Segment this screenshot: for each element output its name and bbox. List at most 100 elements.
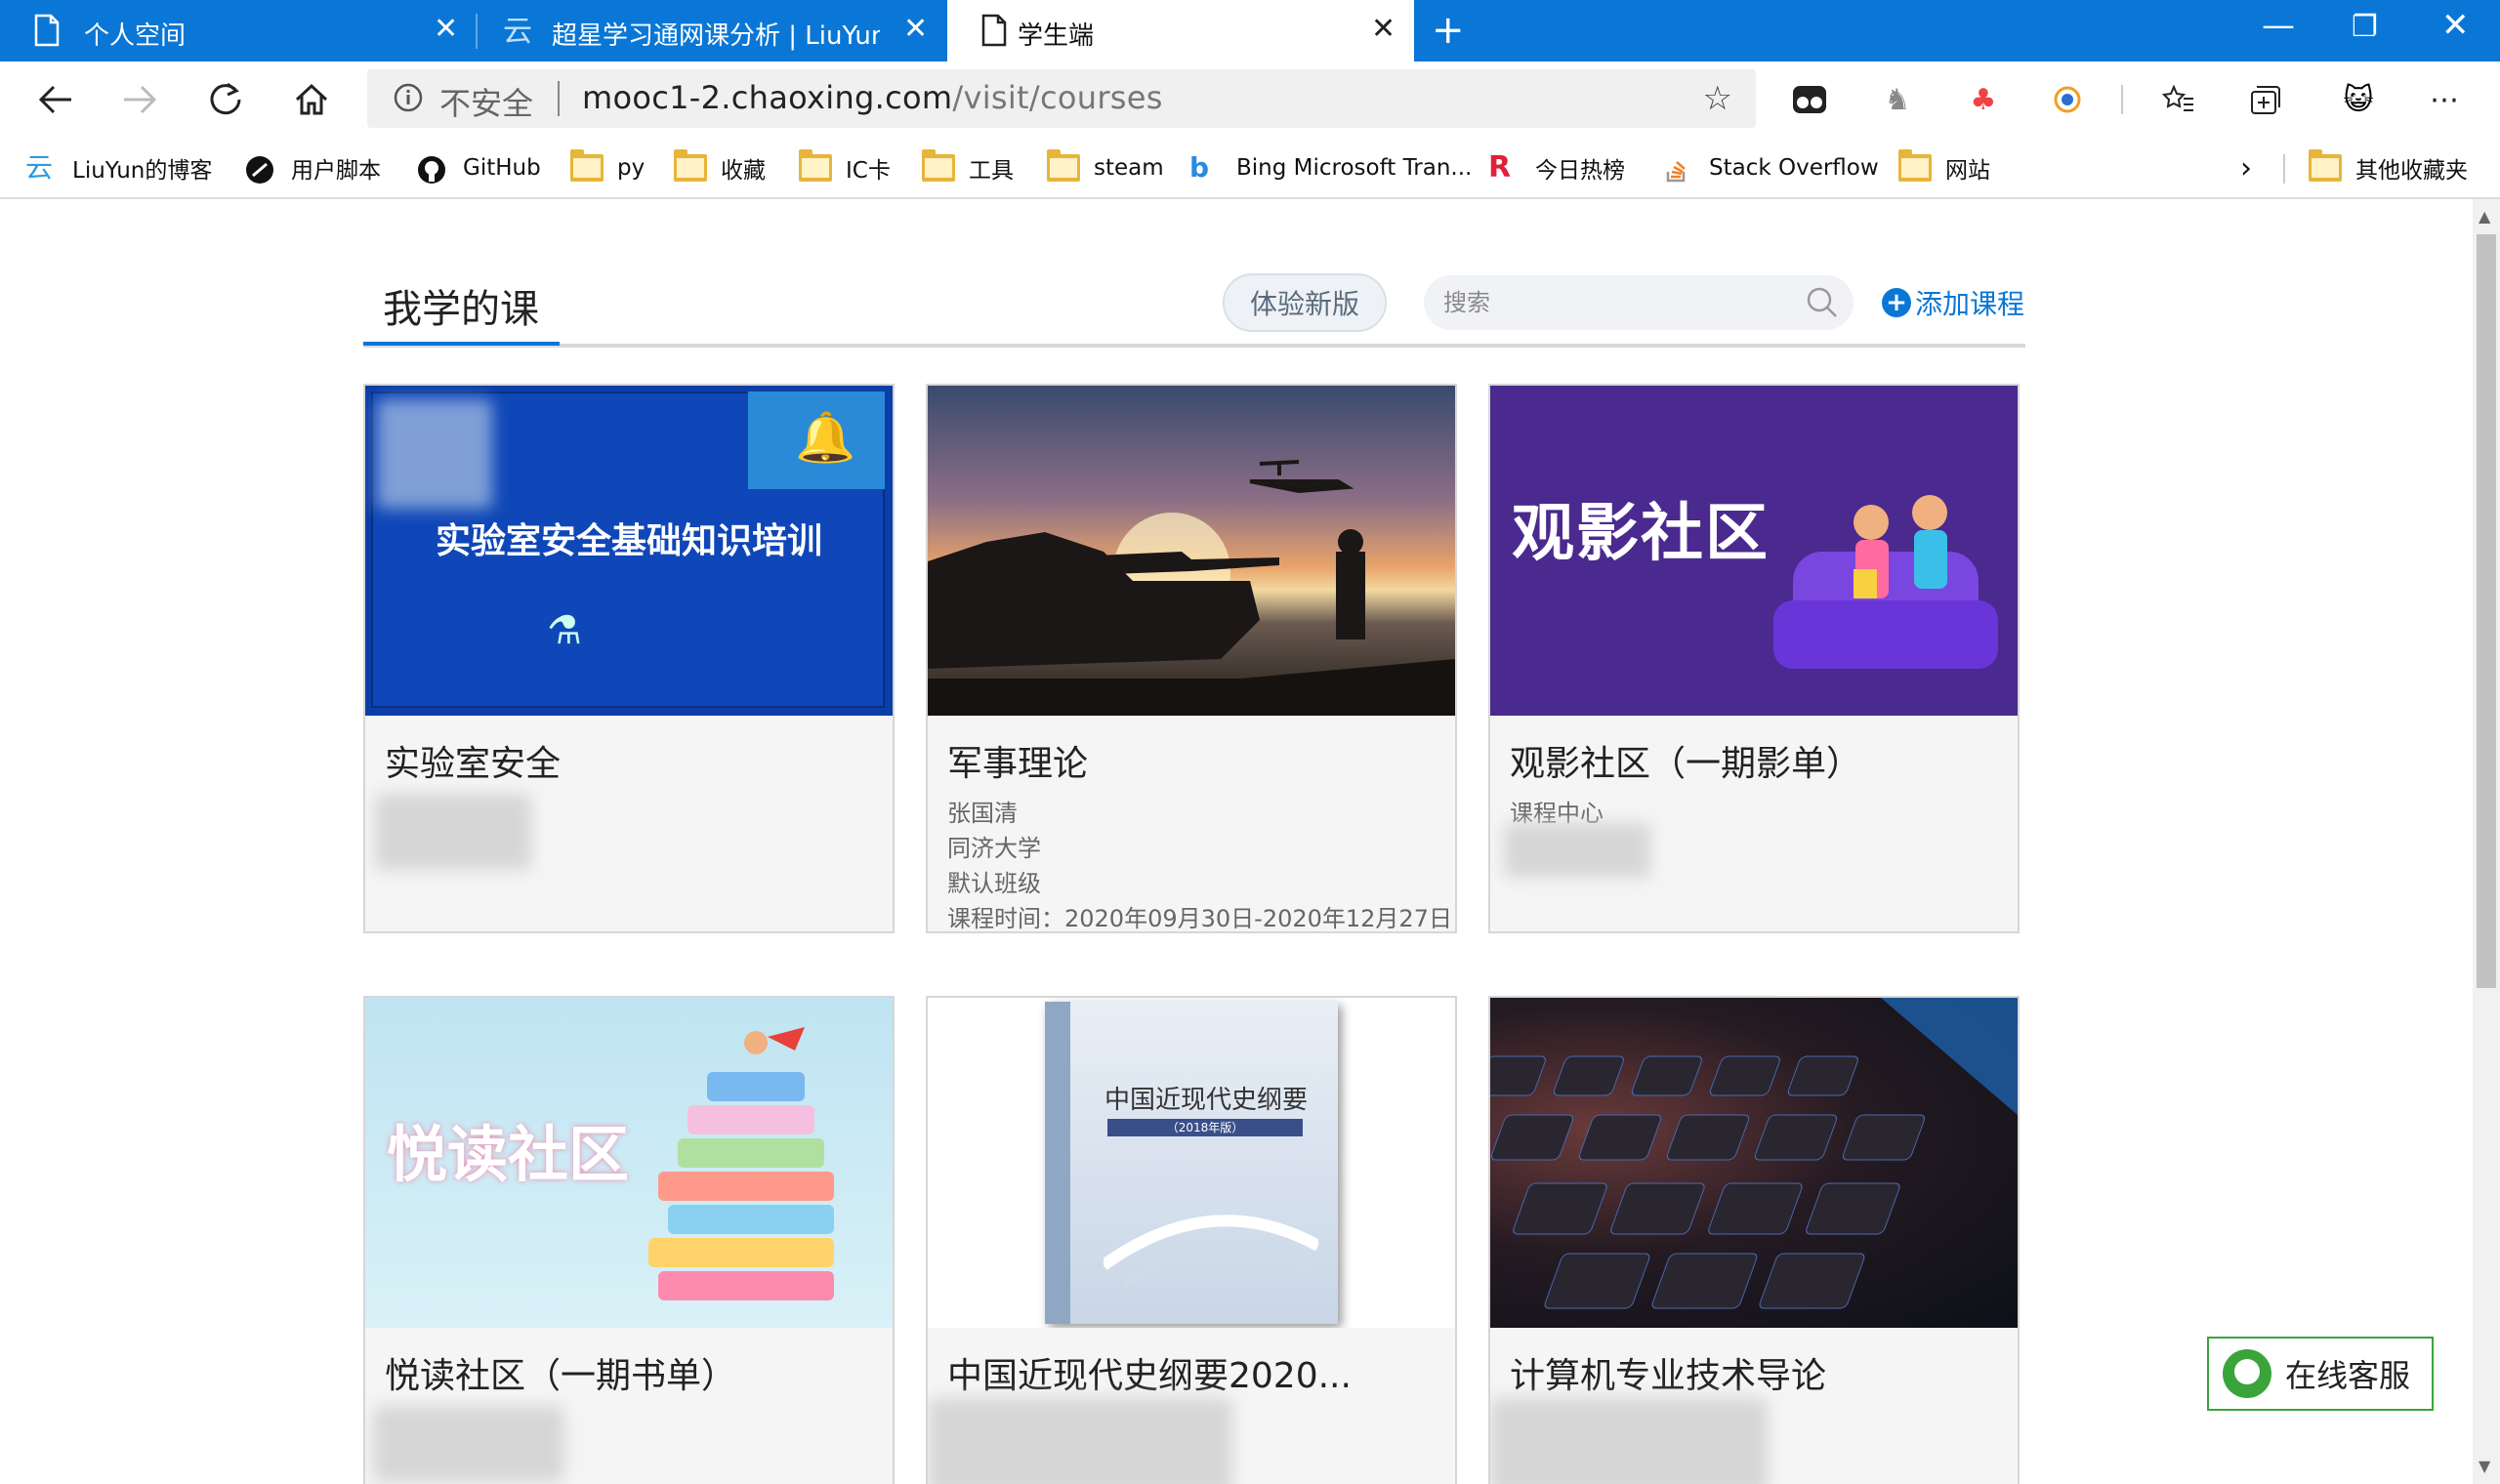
book-stack-icon bbox=[648, 1027, 834, 1300]
close-tab-icon[interactable]: ✕ bbox=[1371, 12, 1396, 46]
blurred-info bbox=[1504, 823, 1650, 878]
address-box[interactable]: 不安全 mooc1-2.chaoxing.com/visit/courses ☆ bbox=[367, 69, 1756, 128]
home-icon[interactable] bbox=[287, 75, 336, 124]
bookmark-folder-steam[interactable]: steam bbox=[1047, 148, 1164, 187]
add-course-button[interactable]: + 添加课程 bbox=[1882, 283, 2024, 322]
bookmark-label: 工具 bbox=[969, 158, 1014, 184]
bookmark-userscripts[interactable]: 用户脚本 bbox=[244, 148, 381, 187]
folder-icon bbox=[799, 149, 832, 182]
blurred-info bbox=[373, 1406, 564, 1482]
minimize-icon[interactable]: — bbox=[2262, 6, 2295, 45]
vertical-scrollbar[interactable]: ▲ ▼ bbox=[2473, 199, 2500, 1484]
bookmark-bing-translator[interactable]: b Bing Microsoft Tran... bbox=[1189, 148, 1472, 187]
tab-student[interactable]: 学生端 ✕ bbox=[947, 0, 1414, 62]
collections-icon[interactable] bbox=[2242, 77, 2287, 122]
divider bbox=[2121, 85, 2123, 114]
cloud-logo-icon: 云 bbox=[503, 15, 532, 47]
close-tab-icon[interactable]: ✕ bbox=[434, 12, 458, 46]
svg-text:云: 云 bbox=[503, 15, 532, 47]
new-tab-icon[interactable]: + bbox=[1432, 8, 1465, 53]
bookmark-folder-tools[interactable]: 工具 bbox=[922, 148, 1014, 187]
cloud-logo-icon: 云 bbox=[25, 151, 54, 184]
try-new-version-button[interactable]: 体验新版 bbox=[1223, 273, 1387, 332]
textbook-edition: （2018年版） bbox=[1107, 1119, 1303, 1136]
bookmarks-overflow-chevron-icon[interactable]: › bbox=[2240, 148, 2252, 187]
course-thumbnail: 观影社区 bbox=[1490, 386, 2018, 716]
online-service-button[interactable]: 在线客服 bbox=[2207, 1337, 2434, 1411]
course-thumbnail bbox=[928, 386, 1455, 716]
bookmark-folder-py[interactable]: py bbox=[570, 148, 645, 187]
course-card[interactable]: 观影社区 观影社区（一期影单） 课程中心 bbox=[1488, 384, 2020, 933]
tab-bar: 个人空间 ✕ 云 超星学习通网课分析 | LiuYun的博 ✕ 学生端 ✕ + … bbox=[0, 0, 2500, 62]
bookmark-label: 网站 bbox=[1945, 158, 1990, 184]
course-title[interactable]: 中国近现代史纲要2020... bbox=[947, 1347, 1352, 1398]
scroll-up-arrow-icon[interactable]: ▲ bbox=[2479, 207, 2490, 226]
folder-icon bbox=[570, 149, 604, 182]
sofa-couple-icon bbox=[1773, 495, 1998, 669]
divider bbox=[2283, 154, 2285, 184]
bookmark-label: IC卡 bbox=[846, 158, 891, 184]
url-text[interactable]: mooc1-2.chaoxing.com/visit/courses bbox=[582, 79, 1163, 116]
close-window-icon[interactable]: ✕ bbox=[2441, 6, 2470, 45]
title-underline bbox=[363, 342, 560, 346]
bookmark-folder-favorites[interactable]: 收藏 bbox=[674, 148, 766, 187]
bell-icon: 🔔 bbox=[748, 392, 885, 489]
info-icon[interactable] bbox=[393, 82, 424, 113]
bookmark-liuyun-blog[interactable]: 云 LiuYun的博客 bbox=[25, 148, 212, 187]
course-school: 同济大学 bbox=[947, 835, 1041, 862]
bookmark-label: LiuYun的博客 bbox=[72, 158, 213, 184]
security-status[interactable]: 不安全 bbox=[439, 79, 533, 124]
course-title[interactable]: 计算机专业技术导论 bbox=[1510, 1347, 1826, 1398]
tab-blog-analysis[interactable]: 云 超星学习通网课分析 | LiuYun的博 ✕ bbox=[478, 0, 946, 62]
tab-personal-space[interactable]: 个人空间 ✕ bbox=[0, 0, 474, 62]
bookmark-stack-overflow[interactable]: Stack Overflow bbox=[1662, 148, 1879, 187]
favorites-icon[interactable] bbox=[2156, 77, 2201, 122]
bookmark-github[interactable]: GitHub bbox=[416, 148, 541, 187]
close-tab-icon[interactable]: ✕ bbox=[903, 12, 928, 46]
course-title[interactable]: 实验室安全 bbox=[385, 735, 561, 786]
tampermonkey-icon[interactable] bbox=[1787, 77, 1832, 122]
more-menu-icon[interactable]: ⋯ bbox=[2422, 77, 2467, 122]
bookmark-today-hot[interactable]: R 今日热榜 bbox=[1488, 148, 1625, 187]
folder-icon bbox=[1047, 149, 1080, 182]
bookmark-folder-ic-card[interactable]: IC卡 bbox=[799, 148, 891, 187]
textbook-title: 中国近现代史纲要 bbox=[1104, 1086, 1308, 1115]
profile-avatar-icon[interactable]: 😺 bbox=[2336, 77, 2381, 122]
restore-icon[interactable]: ❐ bbox=[2352, 10, 2378, 44]
course-card[interactable]: 军事理论 张国清 同济大学 默认班级 课程时间：2020年09月30日-2020… bbox=[926, 384, 1457, 933]
course-card[interactable]: 悦读社区 悦读社区（一期书单） bbox=[363, 996, 895, 1484]
course-title[interactable]: 军事理论 bbox=[947, 735, 1088, 786]
url-path: /visit/courses bbox=[952, 79, 1163, 116]
refresh-icon[interactable] bbox=[201, 75, 250, 124]
forward-icon[interactable] bbox=[115, 75, 164, 124]
tab-label: 学生端 bbox=[1018, 21, 1095, 51]
r-logo-icon: R bbox=[1488, 150, 1512, 185]
folder-icon bbox=[2309, 149, 2342, 182]
bookmark-other-folder[interactable]: 其他收藏夹 bbox=[2309, 148, 2468, 187]
course-card[interactable]: 中国近现代史纲要 （2018年版） 中国近现代史纲要2020... bbox=[926, 996, 1457, 1484]
course-card[interactable]: 🔔 实验室安全基础知识培训 ⚗ 实验室安全 bbox=[363, 384, 895, 933]
bookmark-label: 收藏 bbox=[721, 158, 766, 184]
divider bbox=[558, 81, 560, 116]
bookmark-folder-sites[interactable]: 网站 bbox=[1898, 148, 1990, 187]
page-icon bbox=[981, 14, 1007, 47]
course-title[interactable]: 悦读社区（一期书单） bbox=[385, 1347, 736, 1398]
extension-icon[interactable]: ♞ bbox=[1875, 77, 1920, 122]
scroll-down-arrow-icon[interactable]: ▼ bbox=[2479, 1457, 2490, 1475]
extension-icon[interactable] bbox=[2045, 77, 2090, 122]
search-icon[interactable] bbox=[1805, 285, 1840, 320]
course-title[interactable]: 观影社区（一期影单） bbox=[1510, 735, 1861, 786]
bing-icon: b bbox=[1189, 151, 1210, 184]
favorite-star-icon[interactable]: ☆ bbox=[1703, 79, 1732, 118]
course-card[interactable]: 计算机专业技术导论 bbox=[1488, 996, 2020, 1484]
url-host: mooc1-2.chaoxing.com bbox=[582, 79, 953, 116]
bookmark-label: 其他收藏夹 bbox=[2355, 158, 2468, 184]
page-icon bbox=[34, 14, 60, 47]
back-icon[interactable] bbox=[31, 75, 80, 124]
online-service-label: 在线客服 bbox=[2285, 1357, 2411, 1394]
search-input[interactable] bbox=[1424, 275, 1795, 330]
extension-icon[interactable]: ♣ bbox=[1961, 77, 2006, 122]
course-thumbnail bbox=[1490, 998, 2018, 1328]
scrollbar-thumb[interactable] bbox=[2477, 234, 2496, 988]
bookmark-label: GitHub bbox=[463, 155, 541, 181]
